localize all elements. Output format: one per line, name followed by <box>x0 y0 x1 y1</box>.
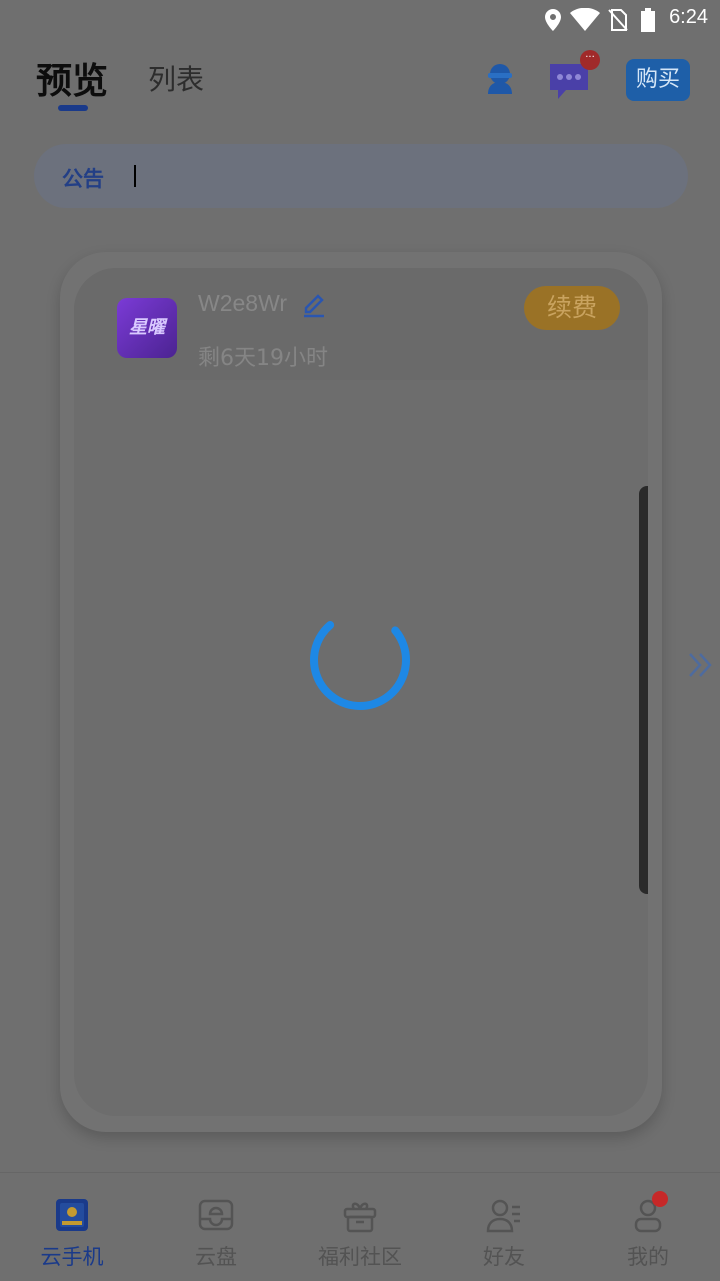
wifi-icon <box>570 8 600 31</box>
nav-item-cloud-phone[interactable]: 云手机 <box>0 1173 144 1281</box>
renew-button[interactable]: 续费 <box>524 286 620 330</box>
gift-icon <box>343 1202 377 1233</box>
nav-item-cloud-disk[interactable]: 云盘 <box>144 1173 288 1281</box>
notice-bar[interactable] <box>34 144 688 208</box>
tab-indicator <box>58 105 88 111</box>
remaining-time: 剩6天19小时 <box>198 346 328 371</box>
notification-dot <box>652 1191 668 1207</box>
device-name: W2e8Wr <box>198 290 288 316</box>
customer-service-icon[interactable] <box>482 60 518 96</box>
buy-button[interactable]: 购买 <box>626 59 690 101</box>
chevron-double-right-icon[interactable] <box>686 650 714 680</box>
friends-icon <box>486 1199 520 1233</box>
location-icon <box>545 9 561 31</box>
message-badge: ··· <box>580 50 600 70</box>
cloud-phone-icon <box>56 1199 88 1231</box>
nav-label: 我的 <box>627 1245 669 1269</box>
bottom-nav: 云手机 云盘 福利社区 好友 我的 <box>0 1172 720 1281</box>
nav-item-welfare[interactable]: 福利社区 <box>288 1173 432 1281</box>
tab-preview[interactable]: 预览 <box>36 52 108 104</box>
nav-item-friends[interactable]: 好友 <box>432 1173 576 1281</box>
cloud-disk-icon <box>198 1199 234 1231</box>
side-panel-handle[interactable] <box>639 486 648 894</box>
nav-label: 云盘 <box>195 1245 237 1269</box>
nav-label: 云手机 <box>40 1245 104 1269</box>
nav-label: 好友 <box>483 1245 525 1269</box>
status-bar: 6:24 <box>0 0 720 40</box>
text-cursor <box>134 165 136 187</box>
edit-icon[interactable] <box>302 290 326 318</box>
tab-list[interactable]: 列表 <box>148 58 204 98</box>
notice-label: 公告 <box>62 167 104 191</box>
nav-item-profile[interactable]: 我的 <box>576 1173 720 1281</box>
device-card[interactable]: 星曜 W2e8Wr 剩6天19小时 续费 <box>74 268 648 1116</box>
battery-icon <box>641 8 655 32</box>
nav-label: 福利社区 <box>318 1245 402 1269</box>
app-icon: 星曜 <box>117 298 177 358</box>
loading-spinner <box>310 610 410 710</box>
no-sim-icon <box>608 9 628 31</box>
status-time: 6:24 <box>669 6 708 28</box>
message-button[interactable]: ··· <box>546 50 600 102</box>
